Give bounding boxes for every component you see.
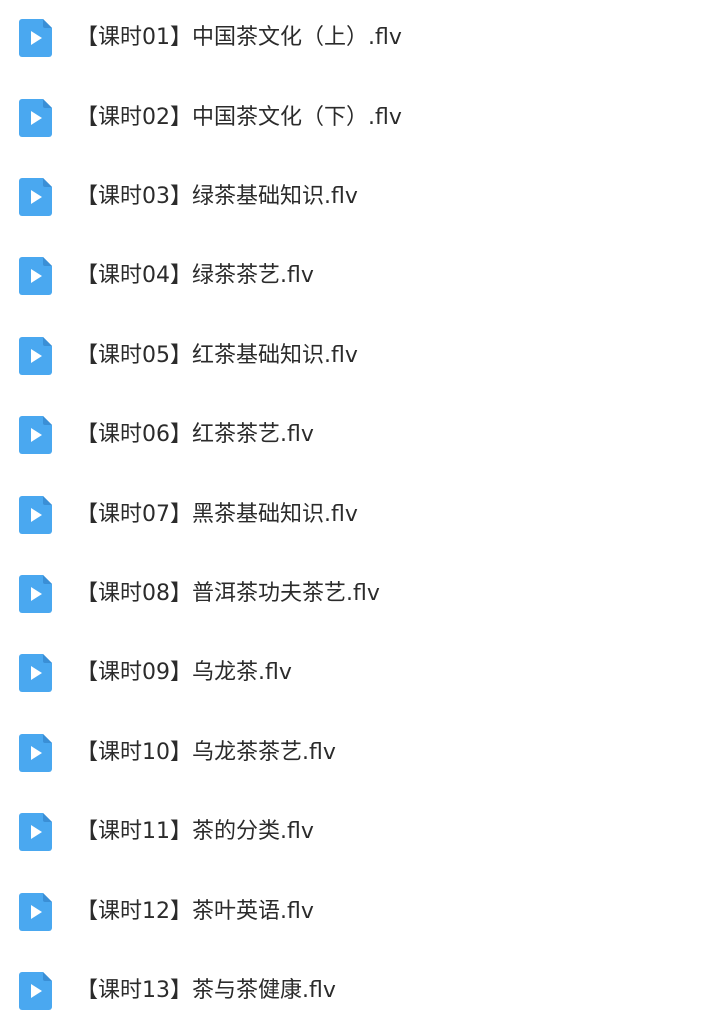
video-file-icon	[19, 654, 52, 692]
file-row-04[interactable]: 【课时04】绿茶茶艺.flv	[0, 246, 720, 306]
video-file-icon	[19, 575, 52, 613]
video-file-icon	[19, 734, 52, 772]
video-file-icon	[19, 416, 52, 454]
file-name: 【课时11】茶的分类.flv	[76, 819, 314, 844]
file-name: 【课时10】乌龙茶茶艺.flv	[76, 740, 336, 765]
file-name: 【课时09】乌龙茶.flv	[76, 660, 292, 685]
file-row-12[interactable]: 【课时12】茶叶英语.flv	[0, 882, 720, 942]
video-file-icon	[19, 972, 52, 1010]
file-row-09[interactable]: 【课时09】乌龙茶.flv	[0, 643, 720, 703]
video-file-icon	[19, 178, 52, 216]
file-name: 【课时06】红茶茶艺.flv	[76, 422, 314, 447]
file-row-08[interactable]: 【课时08】普洱茶功夫茶艺.flv	[0, 564, 720, 624]
file-name: 【课时08】普洱茶功夫茶艺.flv	[76, 581, 380, 606]
file-row-13[interactable]: 【课时13】茶与茶健康.flv	[0, 961, 720, 1021]
file-row-11[interactable]: 【课时11】茶的分类.flv	[0, 802, 720, 862]
file-name: 【课时04】绿茶茶艺.flv	[76, 263, 314, 288]
video-file-icon	[19, 813, 52, 851]
file-list: 【课时01】中国茶文化（上）.flv 【课时02】中国茶文化（下）.flv 【课…	[0, 0, 720, 1023]
file-name: 【课时02】中国茶文化（下）.flv	[76, 105, 402, 130]
file-row-03[interactable]: 【课时03】绿茶基础知识.flv	[0, 167, 720, 227]
file-row-02[interactable]: 【课时02】中国茶文化（下）.flv	[0, 88, 720, 148]
file-row-10[interactable]: 【课时10】乌龙茶茶艺.flv	[0, 723, 720, 783]
video-file-icon	[19, 496, 52, 534]
video-file-icon	[19, 893, 52, 931]
file-row-05[interactable]: 【课时05】红茶基础知识.flv	[0, 326, 720, 386]
file-name: 【课时12】茶叶英语.flv	[76, 899, 314, 924]
video-file-icon	[19, 337, 52, 375]
video-file-icon	[19, 257, 52, 295]
file-name: 【课时03】绿茶基础知识.flv	[76, 184, 358, 209]
file-row-07[interactable]: 【课时07】黑茶基础知识.flv	[0, 485, 720, 545]
video-file-icon	[19, 99, 52, 137]
file-name: 【课时07】黑茶基础知识.flv	[76, 502, 358, 527]
file-name: 【课时13】茶与茶健康.flv	[76, 978, 336, 1003]
file-row-06[interactable]: 【课时06】红茶茶艺.flv	[0, 405, 720, 465]
file-name: 【课时05】红茶基础知识.flv	[76, 343, 358, 368]
video-file-icon	[19, 19, 52, 57]
file-row-01[interactable]: 【课时01】中国茶文化（上）.flv	[0, 8, 720, 68]
file-name: 【课时01】中国茶文化（上）.flv	[76, 25, 402, 50]
